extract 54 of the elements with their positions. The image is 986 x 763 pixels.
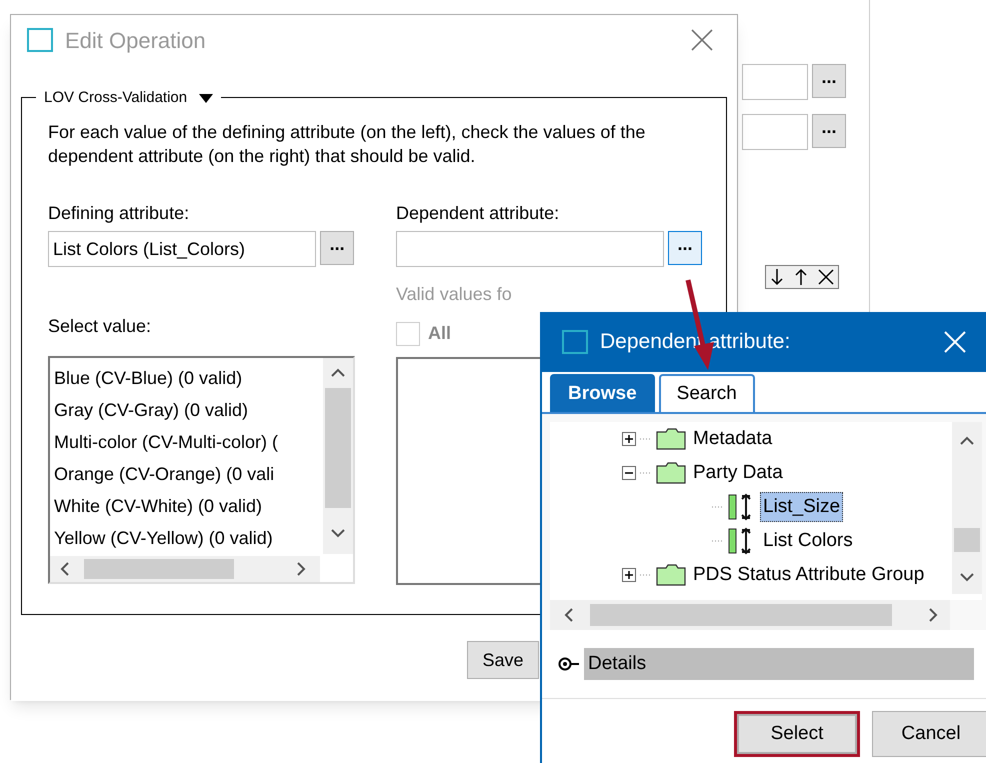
expand-icon[interactable] [622, 432, 636, 446]
tree-item[interactable]: PDS Status Attribute Group [690, 560, 928, 590]
folder-icon [656, 462, 686, 484]
browse-button[interactable]: ... [320, 231, 354, 265]
tree-connector-line [640, 472, 652, 474]
list-item[interactable]: Multi-color (CV-Multi-color) ( [54, 426, 323, 458]
dropdown-caret-icon [199, 94, 214, 103]
tree-connector-line [712, 506, 724, 508]
tree-item[interactable]: Metadata [690, 424, 776, 454]
list-item[interactable]: Blue (CV-Blue) (0 valid) [54, 362, 323, 394]
browse-button[interactable]: ... [812, 64, 846, 98]
list-item[interactable]: Orange (CV-Orange) (0 vali [54, 458, 323, 490]
select-button[interactable]: Select [734, 711, 860, 757]
folder-icon [656, 564, 686, 586]
expand-icon[interactable] [622, 568, 636, 582]
list-item[interactable]: Gray (CV-Gray) (0 valid) [54, 394, 323, 426]
tree-connector-line [640, 438, 652, 440]
list-item[interactable]: White (CV-White) (0 valid) [54, 490, 323, 522]
tab[interactable]: Browse [550, 374, 655, 412]
window-icon [27, 28, 53, 52]
tab[interactable]: Search [658, 374, 755, 412]
background-field[interactable] [742, 64, 808, 100]
tree-connector-line [640, 574, 652, 576]
window-icon [562, 330, 588, 354]
field-label: Defining attribute: [48, 202, 190, 225]
details-bar[interactable]: Details [584, 648, 974, 680]
vertical-scrollbar[interactable] [952, 422, 982, 594]
window-title: Edit Operation [65, 26, 206, 55]
save-button[interactable]: Save [467, 641, 539, 679]
all-label: All [428, 322, 452, 345]
field-label: Select value: [48, 315, 152, 338]
value-list[interactable]: Blue (CV-Blue) (0 valid) Gray (CV-Gray) (0 valid) Multi-color (CV-Multi-color) ( Orange (CV-Orange) (0 vali White (CV-White) (0 valid) Yellow (CV-Yellow) (0 valid) [48, 356, 355, 584]
field-label: Dependent attribute: [396, 202, 560, 225]
close-icon[interactable] [691, 29, 713, 51]
tree-item[interactable]: Party Data [690, 458, 786, 488]
defining-attribute-field[interactable]: List Colors (List_Colors) [48, 231, 316, 267]
vertical-scrollbar[interactable] [323, 358, 353, 554]
browse-button[interactable]: ... [668, 231, 702, 265]
dependent-attribute-field[interactable] [396, 231, 664, 267]
background-field[interactable] [742, 114, 808, 150]
tree-item[interactable]: List Colors [760, 526, 856, 556]
horizontal-scrollbar[interactable] [50, 556, 320, 582]
folder-icon [656, 428, 686, 450]
browse-button[interactable]: ... [812, 114, 846, 148]
tree-item[interactable]: List_Size [760, 492, 844, 522]
list-item[interactable]: Yellow (CV-Yellow) (0 valid) [54, 522, 323, 554]
cancel-button[interactable]: Cancel [872, 711, 986, 757]
collapse-icon[interactable] [622, 466, 636, 480]
move-buttons-icon[interactable] [765, 265, 839, 289]
valid-values-label: Valid values fo [396, 283, 513, 306]
instruction-text: For each value of the defining attribute (on the left), check the values of the dependent attribute (on the right) that should be valid. [48, 121, 646, 168]
horizontal-scrollbar[interactable] [550, 600, 950, 630]
tree-connector-line [712, 540, 724, 542]
toggle-icon[interactable] [558, 657, 580, 671]
